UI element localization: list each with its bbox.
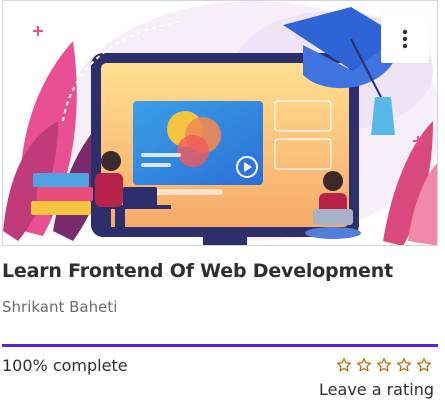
star-icon[interactable] xyxy=(336,357,352,373)
course-options-button[interactable] xyxy=(381,15,429,63)
progress-bar-fill xyxy=(2,344,438,347)
star-icon[interactable] xyxy=(396,357,412,373)
progress-text: 100% complete xyxy=(2,356,128,375)
leave-rating-link[interactable]: Leave a rating xyxy=(319,380,434,399)
progress-bar xyxy=(2,344,438,347)
star-icon[interactable] xyxy=(416,357,432,373)
more-vertical-icon xyxy=(402,29,408,49)
course-card: Learn Frontend Of Web Development Shrika… xyxy=(0,0,440,412)
star-icon[interactable] xyxy=(356,357,372,373)
star-rating[interactable] xyxy=(336,357,436,373)
course-title[interactable]: Learn Frontend Of Web Development xyxy=(2,260,393,282)
course-thumbnail[interactable] xyxy=(2,0,438,246)
course-instructor: Shrikant Baheti xyxy=(2,298,118,316)
thumbnail-illustration xyxy=(3,1,437,245)
star-icon[interactable] xyxy=(376,357,392,373)
